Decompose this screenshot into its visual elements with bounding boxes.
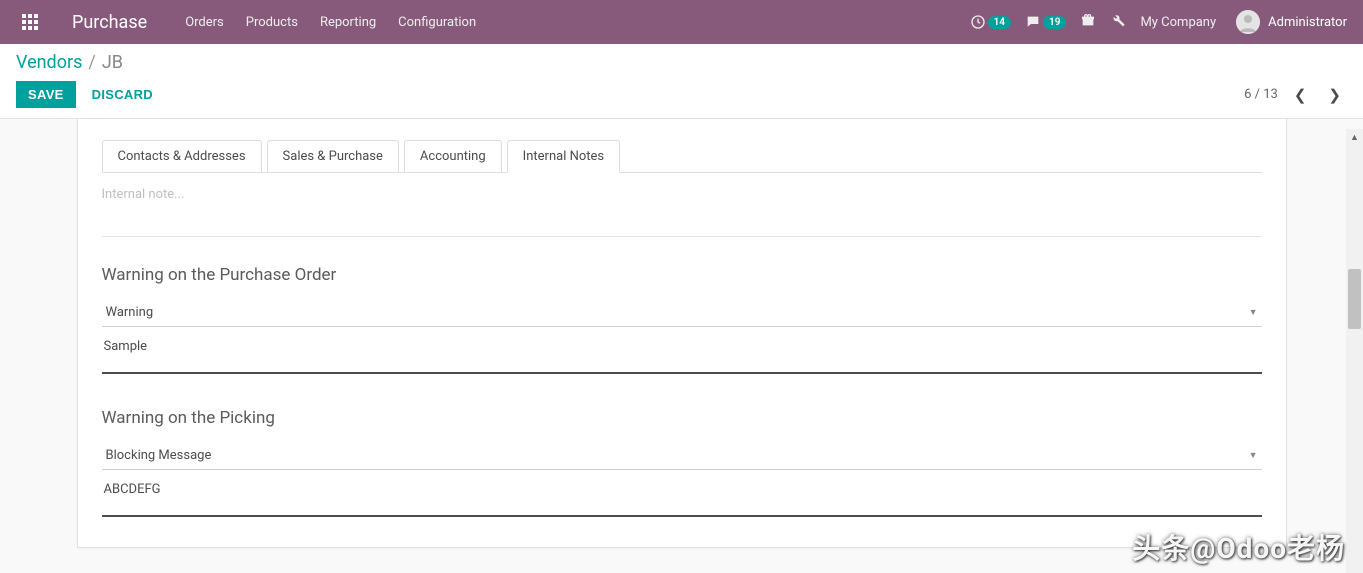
breadcrumb-separator: /	[88, 52, 95, 73]
picking-warning-select-value: Blocking Message	[106, 448, 212, 463]
avatar-icon	[1236, 10, 1260, 34]
app-brand[interactable]: Purchase	[72, 12, 147, 33]
pager-prev-icon[interactable]: ❮	[1288, 84, 1313, 106]
nav-products[interactable]: Products	[246, 15, 298, 30]
tools-icon[interactable]	[1110, 12, 1126, 32]
section-picking-warning: Warning on the Picking Blocking Message …	[102, 380, 1262, 517]
picking-warning-text-value: ABCDEFG	[104, 482, 161, 497]
gift-icon[interactable]	[1080, 12, 1096, 32]
user-name: Administrator	[1268, 15, 1347, 30]
scrollbar-thumb[interactable]	[1348, 269, 1361, 329]
nav-reporting[interactable]: Reporting	[320, 15, 376, 30]
discard-button[interactable]: DISCARD	[80, 81, 165, 108]
breadcrumb-current: JB	[102, 52, 123, 73]
chevron-down-icon: ▼	[1249, 450, 1258, 461]
scroll-up-icon[interactable]: ▲	[1346, 129, 1363, 146]
pager-position: 6 / 13	[1244, 87, 1278, 102]
tab-accounting[interactable]: Accounting	[404, 140, 502, 173]
internal-note-placeholder: Internal note...	[102, 187, 185, 202]
purchase-warning-select[interactable]: Warning ▼	[102, 299, 1262, 327]
tab-bar: Contacts & Addresses Sales & Purchase Ac…	[102, 119, 1262, 173]
messages-badge: 19	[1043, 16, 1066, 29]
tab-internal-notes[interactable]: Internal Notes	[507, 140, 620, 173]
picking-warning-select[interactable]: Blocking Message ▼	[102, 442, 1262, 470]
purchase-warning-select-value: Warning	[106, 305, 154, 320]
breadcrumb: Vendors / JB	[16, 52, 1347, 73]
nav-menu: Orders Products Reporting Configuration	[185, 15, 476, 30]
chevron-down-icon: ▼	[1249, 307, 1258, 318]
chat-icon	[1025, 14, 1041, 30]
save-button[interactable]: SAVE	[16, 81, 76, 108]
picking-warning-text[interactable]: ABCDEFG	[102, 476, 1262, 517]
pager: 6 / 13 ❮ ❯	[1244, 84, 1347, 106]
purchase-warning-text[interactable]: Sample	[102, 333, 1262, 374]
purchase-warning-title: Warning on the Purchase Order	[102, 265, 1262, 285]
tab-sales-purchase[interactable]: Sales & Purchase	[267, 140, 399, 173]
pager-next-icon[interactable]: ❯	[1322, 84, 1347, 106]
activity-badge: 14	[988, 16, 1011, 29]
messages-button[interactable]: 19	[1025, 14, 1066, 30]
user-menu[interactable]: Administrator	[1236, 10, 1347, 34]
form-sheet: Contacts & Addresses Sales & Purchase Ac…	[77, 119, 1287, 548]
nav-configuration[interactable]: Configuration	[398, 15, 476, 30]
purchase-warning-text-value: Sample	[104, 339, 148, 354]
control-panel: Vendors / JB SAVE DISCARD 6 / 13 ❮ ❯	[0, 44, 1363, 119]
picking-warning-title: Warning on the Picking	[102, 408, 1262, 428]
nav-orders[interactable]: Orders	[185, 15, 224, 30]
section-purchase-warning: Warning on the Purchase Order Warning ▼ …	[102, 237, 1262, 374]
company-selector[interactable]: My Company	[1140, 15, 1216, 30]
apps-icon[interactable]	[16, 8, 44, 36]
breadcrumb-parent[interactable]: Vendors	[16, 52, 82, 73]
vertical-scrollbar[interactable]: ▲	[1346, 129, 1363, 573]
internal-note-field[interactable]: Internal note...	[102, 173, 1262, 237]
content-area: Contacts & Addresses Sales & Purchase Ac…	[0, 119, 1363, 563]
tab-contacts-addresses[interactable]: Contacts & Addresses	[102, 140, 262, 173]
top-navbar: Purchase Orders Products Reporting Confi…	[0, 0, 1363, 44]
clock-icon	[970, 14, 986, 30]
activity-button[interactable]: 14	[970, 14, 1011, 30]
